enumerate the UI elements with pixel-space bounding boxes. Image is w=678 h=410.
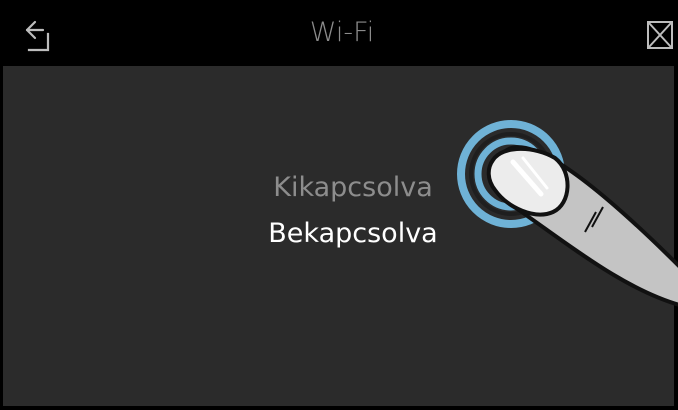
option-off[interactable]: Kikapcsolva: [213, 172, 493, 203]
back-arrow-icon: [25, 20, 50, 52]
page-title: Wi-Fi: [309, 17, 375, 48]
device-screen: Wi-Fi Kikapcsolva Bekapcsolva: [0, 0, 678, 410]
close-button[interactable]: [647, 21, 673, 49]
option-on[interactable]: Bekapcsolva: [213, 218, 493, 249]
header-bar: Wi-Fi: [3, 0, 678, 66]
close-icon: [647, 21, 673, 49]
back-button[interactable]: [21, 20, 55, 54]
